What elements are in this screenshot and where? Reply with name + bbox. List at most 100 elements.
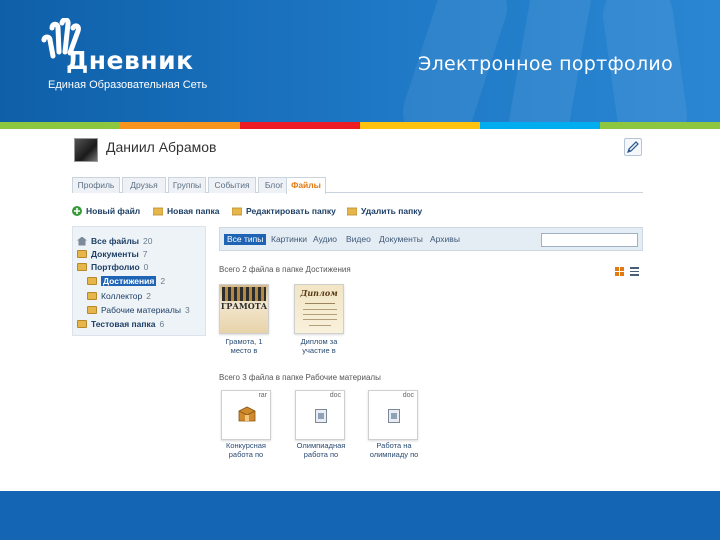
folder-test[interactable]: Тестовая папка 6 [77, 318, 164, 330]
diploma-lines-icon [303, 303, 337, 326]
document-icon [388, 409, 400, 423]
document-icon [315, 409, 327, 423]
file-name-line: Работа на [376, 441, 412, 450]
file-extension: rar [258, 392, 267, 399]
folder-icon [77, 263, 87, 271]
file-name-line: участие в [302, 346, 336, 355]
folder-label: Коллектор [101, 291, 143, 301]
file-name[interactable]: Грамота, 1 место в [214, 337, 274, 355]
home-icon [77, 236, 87, 246]
file-extension: doc [329, 392, 341, 399]
thumb-word: ГРАМОТА [220, 301, 268, 311]
edit-folder-label: Редактировать папку [246, 206, 336, 216]
folder-all-files[interactable]: Все файлы 20 [77, 235, 152, 247]
file-name-line: Олимпиадная [296, 441, 346, 450]
folder-icon [87, 292, 97, 300]
tab-files[interactable]: Файлы [286, 177, 326, 194]
folder-achievements[interactable]: Достижения 2 [87, 275, 165, 287]
folder-label: Тестовая папка [91, 319, 156, 329]
folder-count: 2 [146, 291, 151, 301]
file-thumbnail[interactable]: Диплом [294, 284, 344, 334]
color-stripes [0, 122, 720, 129]
folder-label: Документы [91, 249, 139, 259]
slide: Дневник Единая Образовательная Сеть Элек… [0, 0, 720, 540]
folder-icon [87, 306, 97, 314]
folder-icon [77, 320, 87, 328]
file-name-line: Грамота, 1 [225, 337, 263, 346]
file-thumbnail[interactable]: rar [221, 390, 271, 440]
folder-count: 20 [143, 236, 153, 246]
profile-user-name[interactable]: Даниил Абрамов [106, 139, 216, 155]
slide-title: Электронное портфолио [418, 53, 673, 75]
folder-work-materials[interactable]: Рабочие материалы 3 [87, 304, 190, 316]
filter-video[interactable]: Видео [346, 234, 371, 245]
plus-icon [72, 206, 82, 216]
file-thumbnail[interactable]: ГРАМОТА [219, 284, 269, 334]
file-search-input[interactable] [541, 233, 638, 247]
folder-icon [87, 277, 97, 285]
stripe [240, 122, 360, 129]
delete-folder-button[interactable]: Удалить папку [347, 205, 422, 217]
stripe [600, 122, 720, 129]
file-type-filter-bar: Все типы Картинки Аудио Видео Документы … [219, 227, 643, 251]
filter-all-types[interactable]: Все типы [224, 234, 267, 245]
archive-box-icon [238, 406, 256, 422]
folder-count: 7 [142, 249, 148, 259]
edit-folder-button[interactable]: Редактировать папку [232, 205, 336, 217]
certificate-decoration [222, 287, 266, 301]
grid-view-icon[interactable] [615, 267, 624, 276]
file-name-line: Диплом за [300, 337, 338, 346]
avatar[interactable] [74, 138, 98, 162]
folder-icon [77, 250, 87, 258]
new-folder-label: Новая папка [167, 206, 220, 216]
file-thumbnail[interactable]: doc [295, 390, 345, 440]
file-name[interactable]: Олимпиадная работа по [290, 441, 352, 459]
folder-edit-icon [232, 207, 242, 216]
filter-images[interactable]: Картинки [271, 234, 307, 245]
logo-subtitle: Единая Образовательная Сеть [48, 79, 208, 91]
edit-pencil-icon[interactable] [624, 138, 642, 156]
new-folder-button[interactable]: Новая папка [153, 205, 219, 217]
folder-label: Портфолио [91, 262, 140, 272]
file-name-line: олимпиаду по [369, 450, 419, 459]
folder-count: 0 [143, 262, 149, 272]
profile-tabs: Профиль Друзья Группы События Блог Файлы [72, 177, 643, 194]
stripe [360, 122, 480, 129]
new-file-label: Новый файл [86, 206, 141, 216]
tab-events[interactable]: События [208, 177, 256, 193]
folder-count: 3 [184, 305, 190, 315]
folder-portfolio[interactable]: Портфолио 0 [77, 261, 148, 273]
folder-delete-icon [347, 207, 357, 216]
delete-folder-label: Удалить папку [361, 206, 423, 216]
tab-groups[interactable]: Группы [168, 177, 206, 193]
filter-audio[interactable]: Аудио [313, 234, 337, 245]
file-name-line: работа по [303, 450, 339, 459]
file-name-line: Конкурсная [225, 441, 266, 450]
file-name-line: место в [230, 346, 258, 355]
tab-profile[interactable]: Профиль [72, 177, 120, 193]
file-name[interactable]: Диплом за участие в [289, 337, 349, 355]
stripe [480, 122, 600, 129]
folder-documents[interactable]: Документы 7 [77, 248, 148, 260]
folder-count: 6 [159, 319, 165, 329]
file-name[interactable]: Работа на олимпиаду по [362, 441, 426, 459]
file-name-line: работа по [228, 450, 264, 459]
folder-label: Рабочие материалы [101, 305, 181, 315]
folder-label: Все файлы [91, 236, 140, 246]
folder-collector[interactable]: Коллектор 2 [87, 290, 151, 302]
folder-label: Достижения [101, 276, 157, 286]
tab-friends[interactable]: Друзья [122, 177, 166, 193]
folder-add-icon [153, 207, 163, 216]
materials-caption: Всего 3 файла в папке Рабочие материалы [219, 373, 381, 382]
filter-documents[interactable]: Документы [379, 234, 423, 245]
folder-count: 2 [160, 276, 166, 286]
new-file-button[interactable]: Новый файл [72, 205, 140, 217]
achievements-caption: Всего 2 файла в папке Достижения [219, 265, 351, 274]
file-extension: doc [402, 392, 414, 399]
file-name[interactable]: Конкурсная работа по [216, 441, 276, 459]
filter-archives[interactable]: Архивы [430, 234, 460, 245]
logo-wordmark: Дневник [66, 46, 194, 75]
list-view-icon[interactable] [630, 267, 639, 276]
file-thumbnail[interactable]: doc [368, 390, 418, 440]
slide-footer [0, 491, 720, 540]
